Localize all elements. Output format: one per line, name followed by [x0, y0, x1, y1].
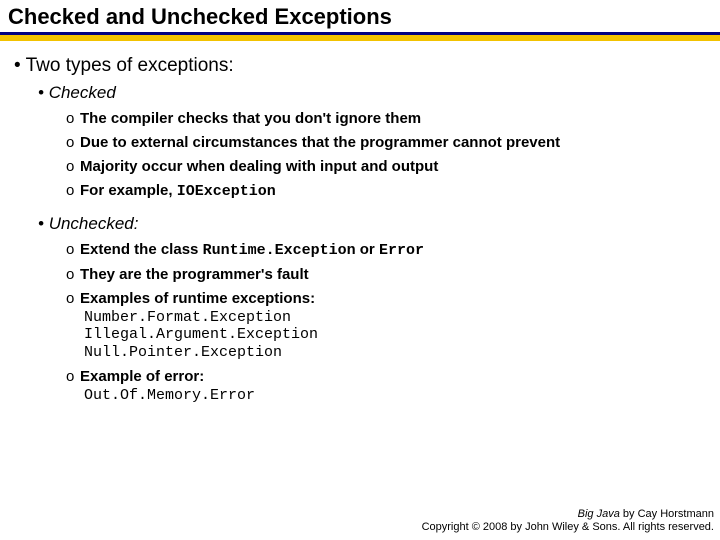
bullet-o: o: [66, 182, 80, 199]
checked-point-2: oDue to external circumstances that the …: [66, 134, 706, 151]
unchecked-p4-text: Example of error:: [80, 368, 204, 385]
unchecked-p1a: Extend the class: [80, 241, 203, 258]
runtime-exception-list: Number.Format.Exception Illegal.Argument…: [84, 309, 706, 361]
slide-title: Checked and Unchecked Exceptions: [0, 0, 720, 32]
unchecked-p1b: Runtime.Exception: [203, 242, 356, 259]
checked-p2-text: Due to external circumstances that the p…: [80, 134, 560, 151]
bullet-o: o: [66, 134, 80, 151]
error-example: Out.Of.Memory.Error: [84, 387, 706, 404]
bullet-lvl1: • Two types of exceptions:: [14, 55, 706, 77]
code-line-4: Out.Of.Memory.Error: [84, 387, 706, 404]
heading-unchecked: • Unchecked:: [38, 214, 706, 234]
unchecked-point-3: oExamples of runtime exceptions:: [66, 290, 706, 307]
checked-heading-text: Checked: [49, 83, 116, 102]
unchecked-p1c: or: [356, 241, 379, 258]
bullet-o: o: [66, 290, 80, 307]
footer-book: Big Java: [578, 508, 620, 520]
bullet-dot: •: [38, 83, 44, 102]
unchecked-p1d: Error: [379, 242, 424, 259]
footer-line-1: Big Java by Cay Horstmann: [422, 508, 714, 521]
unchecked-p2-text: They are the programmer's fault: [80, 266, 309, 283]
checked-p1-text: The compiler checks that you don't ignor…: [80, 110, 421, 127]
unchecked-p3-text: Examples of runtime exceptions:: [80, 290, 315, 307]
checked-p3-text: Majority occur when dealing with input a…: [80, 158, 438, 175]
unchecked-point-1: oExtend the class Runtime.Exception or E…: [66, 241, 706, 259]
lvl1-text: Two types of exceptions:: [26, 55, 234, 76]
footer: Big Java by Cay Horstmann Copyright © 20…: [422, 508, 714, 534]
bullet-o: o: [66, 368, 80, 385]
bullet-o: o: [66, 266, 80, 283]
checked-p4b-code: IOException: [177, 183, 276, 200]
footer-by: by Cay Horstmann: [620, 508, 714, 520]
bullet-o: o: [66, 110, 80, 127]
unchecked-heading-text: Unchecked:: [49, 214, 139, 233]
bullet-o: o: [66, 241, 80, 258]
checked-point-1: oThe compiler checks that you don't igno…: [66, 110, 706, 127]
checked-point-4: oFor example, IOException: [66, 182, 706, 200]
bullet-dot: •: [38, 214, 44, 233]
heading-checked: • Checked: [38, 83, 706, 103]
code-line-1: Number.Format.Exception: [84, 309, 706, 326]
code-line-3: Null.Pointer.Exception: [84, 344, 706, 361]
bullet-dot: •: [14, 55, 21, 76]
unchecked-point-4: oExample of error:: [66, 368, 706, 385]
footer-copyright: Copyright © 2008 by John Wiley & Sons. A…: [422, 521, 714, 534]
bullet-o: o: [66, 158, 80, 175]
code-line-2: Illegal.Argument.Exception: [84, 326, 706, 343]
unchecked-point-2: oThey are the programmer's fault: [66, 266, 706, 283]
slide-content: • Two types of exceptions: • Checked oTh…: [0, 41, 720, 404]
checked-point-3: oMajority occur when dealing with input …: [66, 158, 706, 175]
checked-p4a-text: For example,: [80, 182, 177, 199]
